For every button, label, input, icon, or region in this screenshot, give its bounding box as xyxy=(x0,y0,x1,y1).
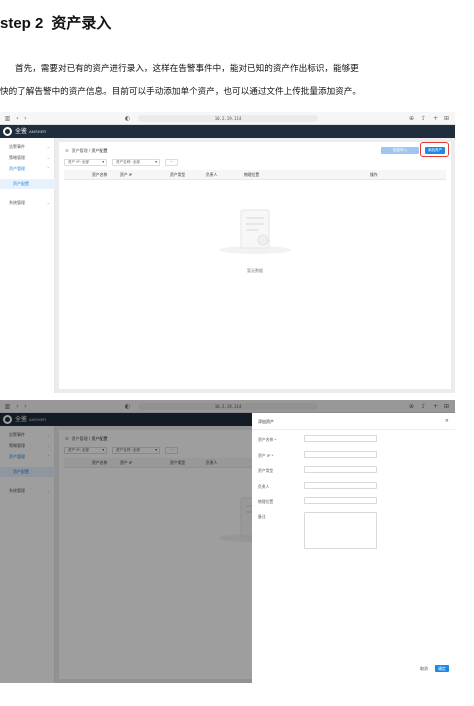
column-header: 操作 xyxy=(370,172,378,177)
chevron-down-icon: ⌄ xyxy=(46,144,50,149)
grid-icon[interactable]: ⊞ xyxy=(443,115,450,122)
close-icon[interactable]: × xyxy=(445,418,449,424)
paragraph-line-2: 快的了解告警中的资产信息。目前可以手动添加单个资产，也可以通过文件上传批量添加资… xyxy=(0,87,361,97)
forward-icon[interactable]: › xyxy=(22,115,29,122)
logo-icon xyxy=(3,127,12,136)
owner-input[interactable] xyxy=(304,482,377,489)
share-icon[interactable]: ⇪ xyxy=(420,115,427,122)
main-panel: ☰ 资产管理 / 资产配置 批量导入 添加资产 资产 IP: 全部 ▾ 资产名称: … xyxy=(59,142,451,389)
batch-import-button[interactable]: 批量导入 xyxy=(381,147,419,154)
confirm-button[interactable]: 确定 xyxy=(435,665,449,672)
cancel-button[interactable]: 取消 xyxy=(418,665,430,672)
asset-name-input[interactable] xyxy=(304,435,377,442)
filter-asset-name[interactable]: 资产名称: 全部 ▾ xyxy=(112,159,160,166)
shield-icon[interactable]: ◐ xyxy=(124,115,131,122)
asset-type-input[interactable] xyxy=(304,466,377,473)
column-header: 资产名称 xyxy=(92,172,108,177)
back-icon[interactable]: ‹ xyxy=(14,115,21,122)
caret-down-icon: ▾ xyxy=(102,160,104,164)
drawer-title: 添加资产 xyxy=(258,419,274,424)
chevron-down-icon: ⌄ xyxy=(46,155,50,160)
field-label-location: 物理位置 xyxy=(258,499,274,504)
location-input[interactable] xyxy=(304,497,377,504)
url-bar[interactable]: 10.2.19.114 xyxy=(138,115,318,122)
sidebar: 告警事件 ⌄ 策略管理 ⌄ 资产管理 ⌃ 资产配置 系统管理 ⌄ xyxy=(0,138,55,393)
field-label-owner: 负责人 xyxy=(258,484,270,489)
breadcrumb-item[interactable]: 资产管理 xyxy=(72,148,88,153)
sidebar-item-policy[interactable]: 策略管理 ⌄ xyxy=(0,153,55,163)
remark-textarea[interactable] xyxy=(304,512,377,549)
breadcrumb-item: 资产配置 xyxy=(91,148,108,153)
browser-toolbar: ▥ ‹ › ◐ 10.2.19.114 ⊕ ⇪ + ⊞ xyxy=(0,112,455,125)
empty-state-text: 暂无数据 xyxy=(247,268,263,273)
sidebar-item-assets[interactable]: 资产管理 ⌃ xyxy=(0,164,55,174)
app-top-nav: 全鉴 AMSHER xyxy=(0,125,455,138)
field-label-asset-type: 资产类型 xyxy=(258,468,274,473)
filter-asset-ip[interactable]: 资产 IP: 全部 ▾ xyxy=(64,159,107,166)
breadcrumb: ☰ 资产管理 / 资产配置 xyxy=(65,148,108,153)
field-label-asset-ip: 资产 IP * xyxy=(258,453,274,458)
empty-state-icon xyxy=(219,209,291,254)
caret-down-icon: ▾ xyxy=(155,160,157,164)
sidebar-item-alerts[interactable]: 告警事件 ⌄ xyxy=(0,142,55,152)
filter-more-button[interactable]: ··· xyxy=(165,159,178,166)
paragraph-line-1: 首先，需要对已有的资产进行录入，这样在告警事件中，能对已知的资产作出标识，能够更 xyxy=(15,64,359,74)
plus-icon[interactable]: + xyxy=(432,115,439,122)
field-label-asset-name: 资产名称 * xyxy=(258,437,277,442)
screenshot-asset-list: ▥ ‹ › ◐ 10.2.19.114 ⊕ ⇪ + ⊞ 全鉴 AMSHER 告警事… xyxy=(0,112,455,393)
chevron-down-icon: ⌄ xyxy=(46,200,50,205)
step-label: step 2 xyxy=(0,15,44,32)
column-header: 负责人 xyxy=(206,172,218,177)
step-title: 资产录入 xyxy=(51,14,112,32)
menu-icon[interactable]: ☰ xyxy=(65,148,69,153)
field-label-remark: 备注 xyxy=(258,514,266,519)
section-heading: step 2 资产录入 xyxy=(0,12,111,36)
chevron-up-icon: ⌃ xyxy=(46,166,50,171)
sidebar-icon[interactable]: ▥ xyxy=(4,115,11,122)
sidebar-item-asset-config[interactable]: 资产配置 xyxy=(0,179,55,189)
highlight-box xyxy=(420,142,449,157)
table-header: 资产名称 资产 IP 资产类型 负责人 物理位置 操作 xyxy=(64,170,446,180)
sidebar-item-system[interactable]: 系统管理 ⌄ xyxy=(0,198,55,208)
screenshot-add-asset-drawer: ▥ ‹ › ◐ 10.2.19.114 ⊕ ⇪ + ⊞ 全鉴 AMSHER 告警事… xyxy=(0,400,455,683)
column-header: 物理位置 xyxy=(244,172,260,177)
column-header: 资产类型 xyxy=(170,172,186,177)
add-asset-drawer: 添加资产 × 资产名称 * 资产 IP * 资产类型 负责人 物理位置 备注 取… xyxy=(252,413,455,683)
column-header: 资产 IP xyxy=(120,172,133,177)
download-icon[interactable]: ⊕ xyxy=(408,115,415,122)
drawer-divider xyxy=(252,429,455,430)
asset-ip-input[interactable] xyxy=(304,451,377,458)
app-logo[interactable]: 全鉴 AMSHER xyxy=(15,127,46,136)
